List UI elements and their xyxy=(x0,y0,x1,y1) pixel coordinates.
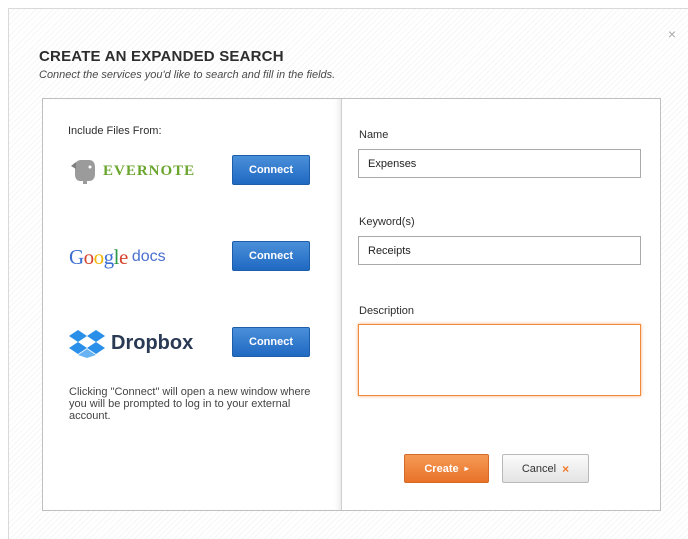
connect-evernote-button[interactable]: Connect xyxy=(232,155,310,185)
dropbox-box-icon xyxy=(69,330,105,358)
evernote-wordmark: EVERNOTE xyxy=(103,162,196,179)
close-x-icon: × xyxy=(562,461,570,476)
connect-note: Clicking "Connect" will open a new windo… xyxy=(69,386,311,422)
name-label: Name xyxy=(359,129,389,141)
services-column: Include Files From: EVERNOTE Connect Goo… xyxy=(43,99,342,510)
keywords-label: Keyword(s) xyxy=(359,216,415,228)
expanded-search-dialog: × CREATE AN EXPANDED SEARCH Connect the … xyxy=(8,8,688,539)
create-button[interactable]: Create ▸ xyxy=(404,454,489,483)
keywords-input[interactable] xyxy=(358,236,641,265)
cancel-label: Cancel xyxy=(521,462,557,475)
search-form-panel: Include Files From: EVERNOTE Connect Goo… xyxy=(42,98,661,511)
connect-dropbox-button[interactable]: Connect xyxy=(232,327,310,357)
evernote-elephant-icon xyxy=(71,160,95,184)
caret-right-icon: ▸ xyxy=(464,464,469,473)
description-textarea[interactable] xyxy=(358,324,641,396)
close-icon[interactable]: × xyxy=(668,27,676,41)
fields-column: Name Keyword(s) Description Create ▸ Can… xyxy=(342,99,660,510)
create-label: Create xyxy=(424,462,459,475)
dropbox-wordmark: Dropbox xyxy=(111,331,194,354)
include-files-label: Include Files From: xyxy=(68,125,162,137)
description-label: Description xyxy=(359,305,415,317)
cancel-button[interactable]: Cancel × xyxy=(502,454,589,483)
name-input[interactable] xyxy=(358,149,641,178)
connect-google-docs-button[interactable]: Connect xyxy=(232,241,310,271)
google-docs-logo: Google docs xyxy=(69,239,166,275)
google-wordmark: Google xyxy=(69,244,128,269)
docs-wordmark: docs xyxy=(131,248,166,265)
evernote-logo: EVERNOTE xyxy=(69,153,195,189)
dropbox-logo: Dropbox xyxy=(69,325,193,361)
dialog-title: CREATE AN EXPANDED SEARCH xyxy=(39,48,284,65)
dialog-subtitle: Connect the services you'd like to searc… xyxy=(39,69,336,81)
